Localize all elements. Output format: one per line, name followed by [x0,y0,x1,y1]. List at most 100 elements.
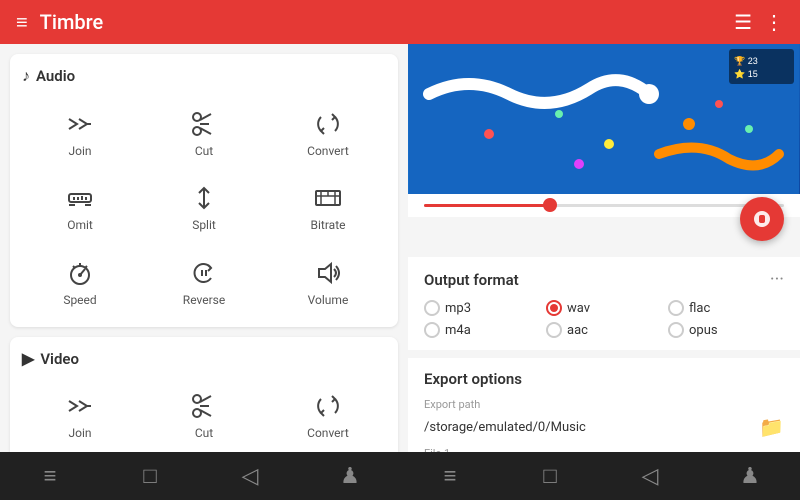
folder-icon[interactable]: 📁 [759,415,784,439]
left-panel: ♪ Audio Join [0,44,408,452]
omit-icon [65,182,95,214]
aac-radio[interactable] [546,322,562,338]
app-title: Timbre [40,10,722,34]
speed-icon [65,257,95,289]
menu-icon[interactable]: ≡ [16,10,28,35]
game-background: 🏆 23 ⭐ 15 [408,44,800,194]
audio-section-title: ♪ Audio [22,66,386,86]
reverse-icon [189,257,219,289]
cut-icon [189,108,219,140]
export-path-row: /storage/emulated/0/Music 📁 [424,415,784,439]
more-icon[interactable]: ⋮ [764,10,784,34]
mp3-label: mp3 [445,301,471,316]
seek-bar-track[interactable] [424,204,784,207]
audio-reverse-button[interactable]: Reverse [146,249,262,315]
export-path-value: /storage/emulated/0/Music [424,420,586,435]
right-panel: 🏆 23 ⭐ 15 Output format [408,44,800,452]
audio-volume-button[interactable]: Volume [270,249,386,315]
top-bar: ≡ Timbre ☰ ⋮ [0,0,800,44]
audio-speed-button[interactable]: Speed [22,249,138,315]
output-format-section: Output format ··· mp3 wav flac [408,257,800,350]
wav-radio[interactable] [546,300,562,316]
svg-text:⭐ 15: ⭐ 15 [734,68,758,79]
audio-convert-button[interactable]: Convert [270,100,386,166]
audio-omit-button[interactable]: Omit [22,174,138,240]
speed-label: Speed [63,293,96,307]
cut-label: Cut [195,144,213,158]
video-convert-icon [313,390,343,422]
format-mp3[interactable]: mp3 [424,300,540,316]
bottom-menu2-icon[interactable]: ≡ [400,463,500,489]
video-preview: 🏆 23 ⭐ 15 [408,44,800,194]
aac-label: aac [567,323,588,338]
bitrate-icon [313,182,343,214]
opus-radio[interactable] [668,322,684,338]
audio-bitrate-button[interactable]: Bitrate [270,174,386,240]
video-cut-label: Cut [195,426,213,440]
convert-label: Convert [307,144,349,158]
video-section-title: ▶ Video [22,349,386,368]
video-section: ▶ Video Join [10,337,398,452]
seek-bar-fill [424,204,550,207]
video-cut-button[interactable]: Cut [146,382,262,448]
game-svg: 🏆 23 ⭐ 15 [408,44,800,194]
output-format-title: Output format [424,271,519,289]
video-grid: Join Cut [22,382,386,452]
join-label: Join [68,144,91,158]
m4a-radio[interactable] [424,322,440,338]
flac-label: flac [689,301,710,316]
export-options-title: Export options [424,370,784,388]
format-m4a[interactable]: m4a [424,322,540,338]
seek-thumb[interactable] [543,198,557,212]
join-icon [65,108,95,140]
audio-cut-button[interactable]: Cut [146,100,262,166]
bottom-home2-icon[interactable]: □ [500,463,600,489]
mp3-radio[interactable] [424,300,440,316]
bottom-home-icon[interactable]: □ [100,463,200,489]
record-icon [751,208,773,230]
video-join-icon [65,390,95,422]
split-label: Split [192,218,216,232]
record-button[interactable] [740,197,784,241]
flac-radio[interactable] [668,300,684,316]
volume-icon [313,257,343,289]
format-opus[interactable]: opus [668,322,784,338]
list-icon[interactable]: ☰ [734,10,752,34]
bottom-profile2-icon[interactable]: ♟ [700,464,800,489]
audio-icon: ♪ [22,66,30,86]
video-convert-label: Convert [307,426,349,440]
reverse-label: Reverse [183,293,225,307]
wav-label: wav [567,301,590,316]
video-join-button[interactable]: Join [22,382,138,448]
audio-join-button[interactable]: Join [22,100,138,166]
video-cut-icon [189,390,219,422]
video-title-icon: ▶ [22,349,34,368]
output-more-icon[interactable]: ··· [770,269,784,290]
format-radio-grid: mp3 wav flac m4a aac [424,300,784,338]
convert-icon [313,108,343,140]
audio-section: ♪ Audio Join [10,54,398,327]
video-join-label: Join [68,426,91,440]
format-aac[interactable]: aac [546,322,662,338]
bitrate-label: Bitrate [311,218,346,232]
export-options-section: Export options Export path /storage/emul… [408,358,800,452]
bottom-nav: ≡ □ ◁ ♟ ≡ □ ◁ ♟ [0,452,800,500]
audio-split-button[interactable]: Split [146,174,262,240]
m4a-label: m4a [445,323,471,338]
video-convert-button[interactable]: Convert [270,382,386,448]
format-flac[interactable]: flac [668,300,784,316]
record-btn-container [408,217,800,257]
split-icon [189,182,219,214]
bottom-menu-icon[interactable]: ≡ [0,463,100,489]
format-wav[interactable]: wav [546,300,662,316]
main-content: ♪ Audio Join [0,44,800,452]
svg-text:🏆 23: 🏆 23 [734,55,758,66]
omit-label: Omit [67,218,93,232]
bottom-back2-icon[interactable]: ◁ [600,464,700,489]
bottom-back-icon[interactable]: ◁ [200,464,300,489]
opus-label: opus [689,323,718,338]
output-header-row: Output format ··· [424,269,784,290]
bottom-profile-icon[interactable]: ♟ [300,464,400,489]
volume-label: Volume [308,293,349,307]
export-path-label: Export path [424,398,784,411]
